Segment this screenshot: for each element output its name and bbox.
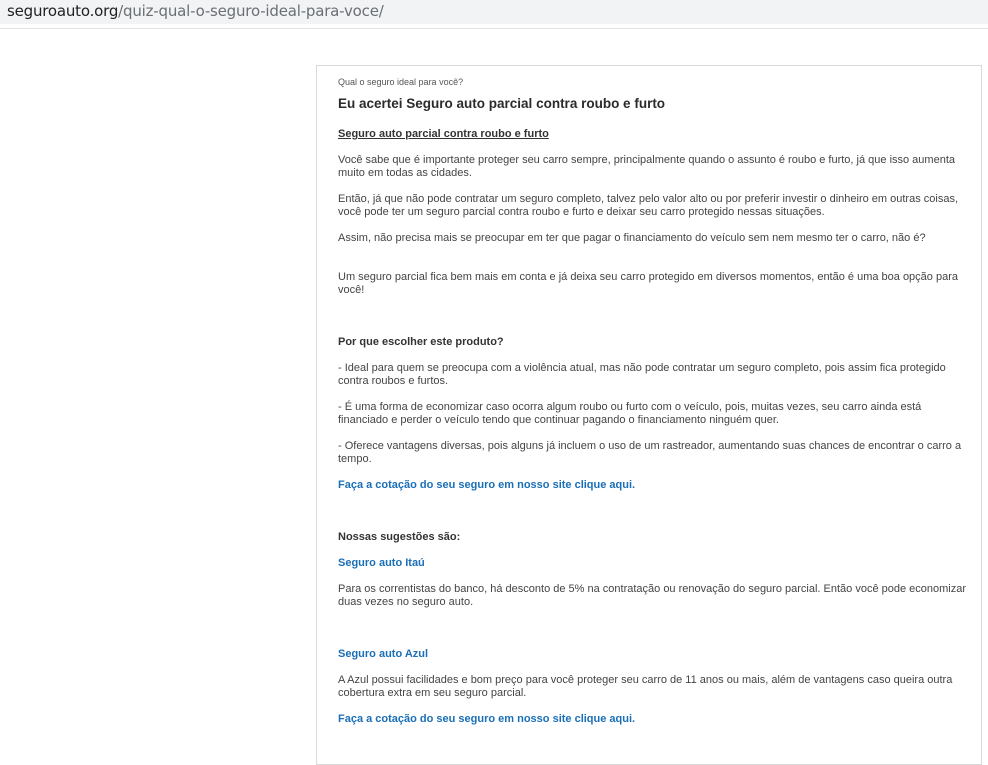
suggestion-azul-description: A Azul possui facilidades e bom preço pa… <box>338 674 953 699</box>
reason-item: - Ideal para quem se preocupa com a viol… <box>338 362 946 387</box>
reason-item: - Oferece vantagens diversas, pois algun… <box>338 440 962 465</box>
intro-paragraph-3: Assim, não precisa mais se preocupar em … <box>338 232 926 244</box>
quiz-kicker: Qual o seguro ideal para você? <box>338 77 464 87</box>
quote-link[interactable]: Faça a cotação do seu seguro em nosso si… <box>338 713 966 726</box>
url-path: /quiz-qual-o-seguro-ideal-para-voce/ <box>118 2 384 20</box>
intro-paragraph-2: Então, já que não pode contratar um segu… <box>338 193 959 218</box>
url-host: seguroauto.org <box>7 2 119 20</box>
intro-paragraph-4: Um seguro parcial fica bem mais em conta… <box>338 271 958 296</box>
suggestions-heading: Nossas sugestões são: <box>338 531 461 543</box>
url-text[interactable]: seguroauto.org/quiz-qual-o-seguro-ideal-… <box>7 1 384 21</box>
suggestion-azul-link[interactable]: Seguro auto Azul <box>338 648 966 661</box>
section-subtitle: Seguro auto parcial contra roubo e furto <box>338 128 549 140</box>
address-bar[interactable]: seguroauto.org/quiz-qual-o-seguro-ideal-… <box>0 0 988 24</box>
toolbar-divider <box>0 28 988 29</box>
reason-item: - É uma forma de economizar caso ocorra … <box>338 401 922 426</box>
suggestion-itau-link[interactable]: Seguro auto Itaú <box>338 557 966 570</box>
intro-paragraph-1: Você sabe que é importante proteger seu … <box>338 154 955 179</box>
quiz-result-card: Qual o seguro ideal para você? Eu acerte… <box>316 65 982 765</box>
why-heading: Por que escolher este produto? <box>338 336 504 348</box>
suggestion-itau-description: Para os correntistas do banco, há descon… <box>338 583 967 608</box>
page-title: Eu acertei Seguro auto parcial contra ro… <box>338 96 666 111</box>
quote-link[interactable]: Faça a cotação do seu seguro em nosso si… <box>338 479 966 492</box>
